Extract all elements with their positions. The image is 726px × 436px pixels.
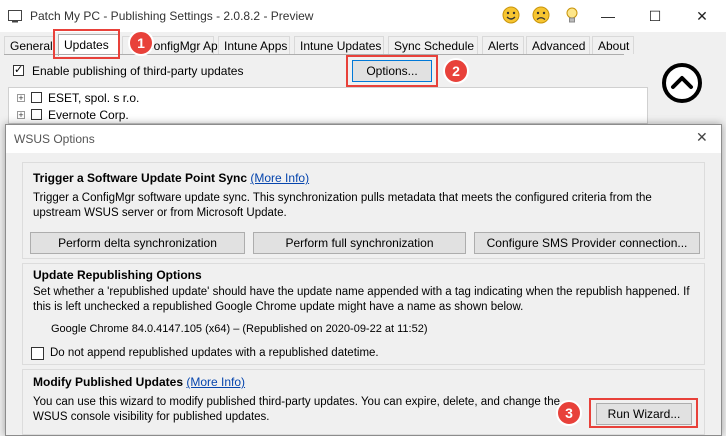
- sync-group: Trigger a Software Update Point Sync (Mo…: [22, 162, 705, 259]
- expand-icon[interactable]: +: [17, 94, 25, 103]
- tree-item-label: ESET, spol. s r.o.: [48, 91, 140, 105]
- tab-intune-updates[interactable]: Intune Updates: [294, 36, 384, 54]
- window-title: Patch My PC - Publishing Settings - 2.0.…: [30, 9, 314, 23]
- sync-description: Trigger a ConfigMgr software update sync…: [33, 192, 652, 219]
- vendor-tree[interactable]: + ESET, spol. s r.o. + Evernote Corp.: [8, 87, 648, 124]
- sync-more-info-link[interactable]: (More Info): [250, 171, 309, 185]
- tab-general[interactable]: General: [4, 36, 54, 54]
- tab-intune-apps[interactable]: Intune Apps: [218, 36, 290, 54]
- enable-publishing-checkbox[interactable]: ✓: [13, 65, 24, 76]
- window-titlebar: Patch My PC - Publishing Settings - 2.0.…: [0, 0, 726, 32]
- scroll-up-circle-button[interactable]: [662, 63, 702, 103]
- tree-item-checkbox[interactable]: [31, 109, 42, 120]
- dialog-titlebar: [6, 125, 721, 153]
- enable-publishing-label: Enable publishing of third-party updates: [32, 64, 244, 78]
- delta-sync-button[interactable]: Perform delta synchronization: [30, 232, 245, 254]
- expand-icon[interactable]: +: [17, 111, 25, 120]
- no-append-datetime-checkbox[interactable]: [31, 347, 44, 360]
- tab-sync-schedule[interactable]: Sync Schedule: [388, 36, 478, 54]
- callout-box-run-wizard: [589, 398, 698, 428]
- dialog-title: WSUS Options: [14, 132, 95, 146]
- checkmark-icon: ✓: [14, 64, 24, 76]
- full-sync-button[interactable]: Perform full synchronization: [253, 232, 466, 254]
- modify-description: You can use this wizard to modify publis…: [33, 396, 561, 423]
- modify-group-title: Modify Published Updates (More Info): [33, 375, 245, 389]
- modify-title-text: Modify Published Updates: [33, 375, 184, 389]
- lightbulb-icon[interactable]: [563, 6, 581, 24]
- callout-badge-3: 3: [556, 400, 582, 426]
- callout-box-updates-tab: [53, 29, 120, 59]
- happy-face-icon[interactable]: [502, 6, 520, 24]
- sad-face-icon[interactable]: [532, 6, 550, 24]
- tab-advanced[interactable]: Advanced: [526, 36, 590, 54]
- tree-item-label: Evernote Corp.: [48, 108, 129, 122]
- tab-alerts[interactable]: Alerts: [482, 36, 524, 54]
- modify-more-info-link[interactable]: (More Info): [186, 375, 245, 389]
- dialog-close-button[interactable]: ✕: [696, 129, 708, 146]
- callout-badge-1: 1: [128, 30, 154, 56]
- chevron-up-icon: [671, 76, 693, 89]
- minimize-button[interactable]: —: [600, 8, 616, 24]
- app-icon: [8, 10, 22, 23]
- republish-example: Google Chrome 84.0.4147.105 (x64) – (Rep…: [51, 323, 428, 335]
- close-button[interactable]: ✕: [694, 8, 710, 24]
- sync-group-title: Trigger a Software Update Point Sync (Mo…: [33, 171, 309, 185]
- sync-title-text: Trigger a Software Update Point Sync: [33, 171, 248, 185]
- republish-group: Update Republishing Options Set whether …: [22, 263, 705, 365]
- configure-sms-provider-button[interactable]: Configure SMS Provider connection...: [474, 232, 700, 254]
- tab-about[interactable]: About: [592, 36, 634, 54]
- maximize-button[interactable]: ☐: [647, 8, 663, 24]
- tree-item-checkbox[interactable]: [31, 92, 42, 103]
- wsus-options-dialog: WSUS Options ✕ Trigger a Software Update…: [5, 124, 722, 436]
- no-append-datetime-label: Do not append republished updates with a…: [50, 347, 379, 359]
- callout-badge-2: 2: [443, 58, 469, 84]
- callout-box-options: [346, 55, 438, 87]
- republish-description: Set whether a 'republished update' shoul…: [33, 286, 690, 313]
- republish-group-title: Update Republishing Options: [33, 268, 202, 282]
